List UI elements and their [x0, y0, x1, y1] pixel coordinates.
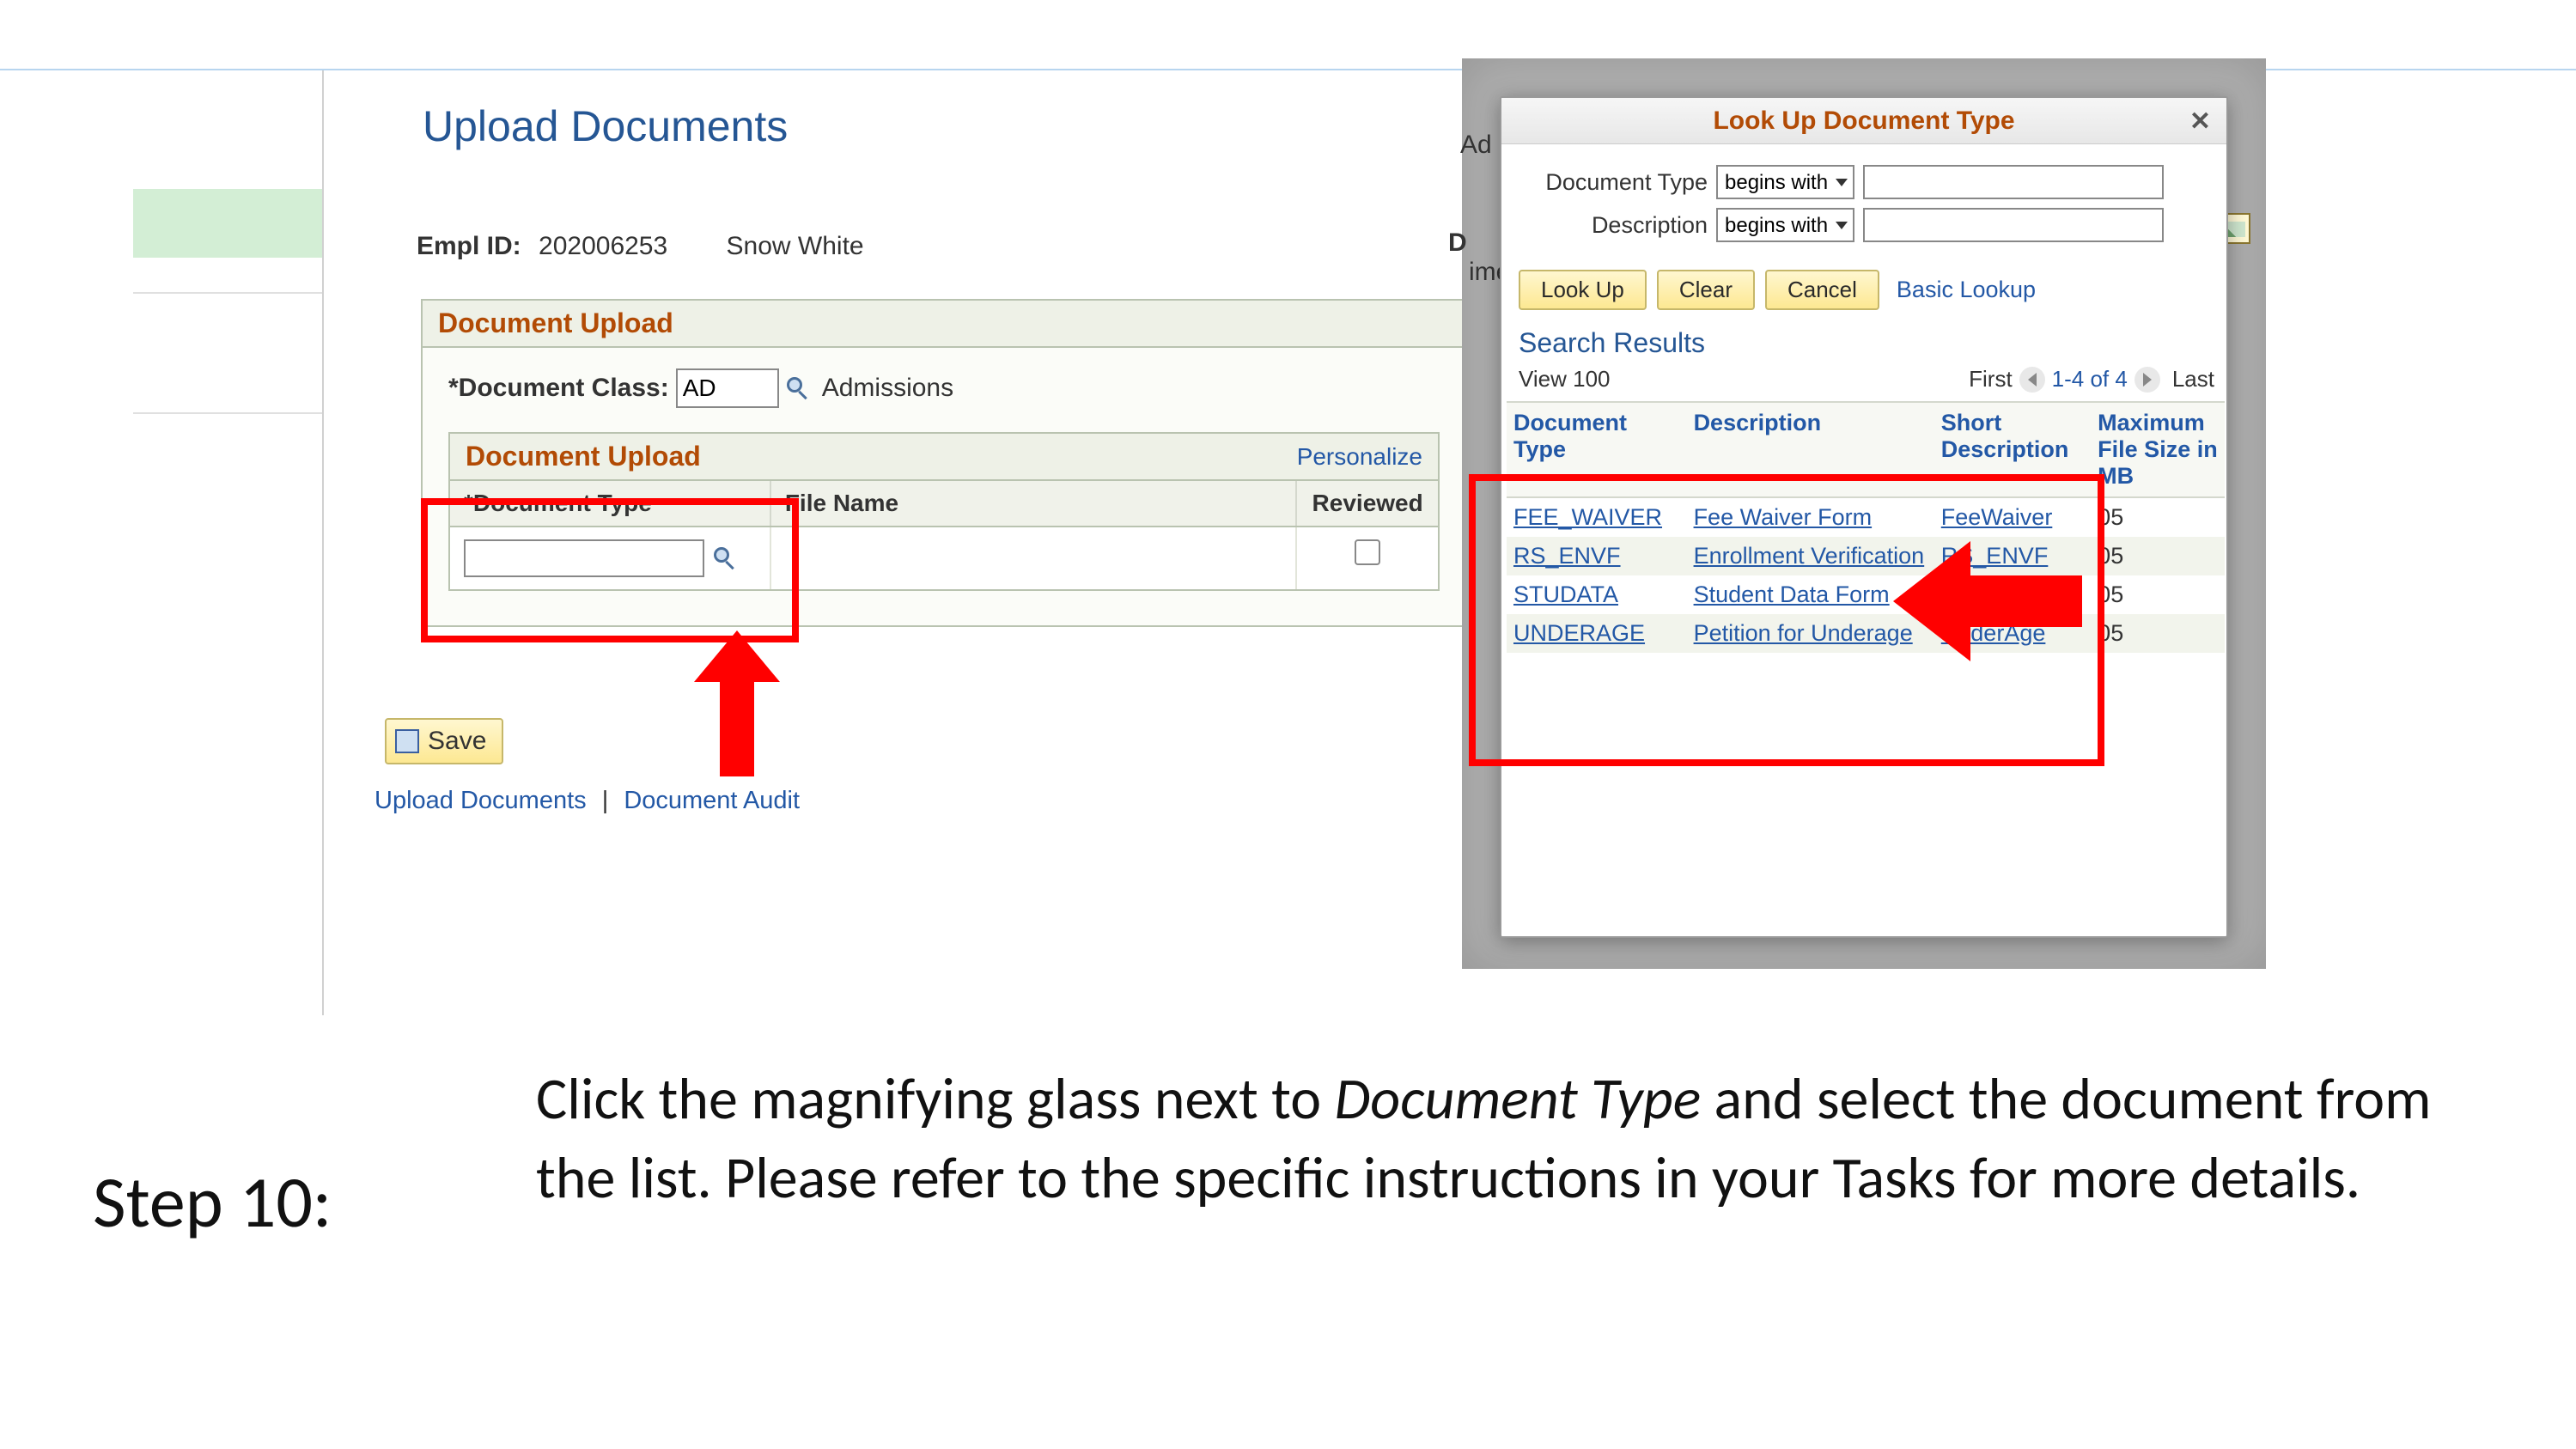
save-label: Save [428, 727, 486, 756]
bottom-links: Upload Documents | Document Audit [375, 787, 800, 815]
link-separator: | [602, 787, 609, 814]
doc-type-search-input[interactable] [1863, 165, 2164, 199]
cell-short[interactable]: RS_ENVF [1934, 537, 2091, 575]
view-100[interactable]: View 100 [1519, 366, 1611, 393]
table-row[interactable]: UNDERAGE Petition for Underage UnderAge … [1507, 614, 2225, 653]
cell-fs: 05 [2091, 497, 2225, 537]
grid-header-row: *Document Type File Name Reviewed [450, 481, 1438, 527]
chevron-left-icon[interactable] [2019, 367, 2045, 393]
th-description[interactable]: Description [1687, 402, 1934, 497]
personalize-link[interactable]: Personalize [1297, 443, 1422, 471]
grid-row [450, 527, 1438, 589]
doc-class-row: *Document Class: Admissions [448, 368, 1440, 408]
annotation-arrow-icon [685, 630, 789, 776]
reviewed-checkbox[interactable] [1355, 539, 1380, 565]
th-file-size[interactable]: Maximum File Size in MB [2091, 402, 2225, 497]
step-text-italic: Document Type [1334, 1063, 1701, 1135]
step-text: Click the magnifying glass next to [536, 1063, 1334, 1135]
results-table: Document Type Description Short Descript… [1507, 401, 2225, 653]
basic-lookup-link[interactable]: Basic Lookup [1897, 277, 2036, 303]
page-title: Upload Documents [423, 101, 788, 151]
step-description: Click the magnifying glass next to Docum… [536, 1060, 2460, 1218]
cell-desc[interactable]: Petition for Underage [1687, 614, 1934, 653]
cell-doc-type[interactable]: RS_ENVF [1507, 537, 1687, 575]
cell-doc-type[interactable]: STUDATA [1507, 575, 1687, 614]
document-upload-panel: Document Upload *Document Class: Admissi… [421, 299, 1467, 627]
chevron-right-icon[interactable] [2134, 367, 2160, 393]
results-range: 1-4 of 4 [2052, 366, 2128, 393]
desc-op-select[interactable]: begins with [1716, 208, 1854, 242]
close-icon[interactable]: ✕ [2189, 107, 2211, 137]
save-icon [395, 729, 419, 753]
sidebar-divider [322, 70, 324, 1015]
doc-type-input[interactable] [464, 539, 704, 577]
grid-title: Document Upload [466, 441, 701, 472]
panel-header: Document Upload [423, 301, 1465, 348]
cell-short[interactable]: UnderAge [1934, 614, 2091, 653]
doc-class-input[interactable] [676, 368, 779, 408]
doc-upload-grid-panel: Document Upload Personalize *Document Ty… [448, 432, 1440, 591]
table-row[interactable]: FEE_WAIVER Fee Waiver Form FeeWaiver 05 [1507, 497, 2225, 537]
empl-row: Empl ID: 202006253 Snow White [417, 232, 916, 261]
search-results-title: Search Results [1501, 320, 2226, 362]
cell-short[interactable]: FeeWaiver [1934, 497, 2091, 537]
th-doc-type[interactable]: Document Type [1507, 402, 1687, 497]
document-audit-link[interactable]: Document Audit [624, 787, 800, 814]
cell-fs: 05 [2091, 614, 2225, 653]
empl-name: Snow White [727, 232, 864, 260]
cell-short[interactable]: StuData [1934, 575, 2091, 614]
lookup-modal: Look Up Document Type ✕ Document Type be… [1500, 96, 2228, 938]
first-label: First [1969, 366, 2013, 393]
cell-fs: 05 [2091, 537, 2225, 575]
cell-desc[interactable]: Enrollment Verification [1687, 537, 1934, 575]
desc-label: Description [1519, 212, 1708, 239]
sidebar-highlight [133, 189, 322, 258]
modal-title: Look Up Document Type [1713, 107, 2014, 136]
lookup-button[interactable]: Look Up [1519, 270, 1647, 310]
col-doc-type: *Document Type [450, 481, 771, 526]
table-row[interactable]: STUDATA Student Data Form StuData 05 [1507, 575, 2225, 614]
search-form: Document Type begins with Description be… [1501, 144, 2226, 258]
empl-id-value: 202006253 [539, 232, 667, 260]
doc-class-desc: Admissions [822, 374, 953, 403]
cancel-button[interactable]: Cancel [1765, 270, 1879, 310]
doc-class-label: *Document Class: [448, 374, 669, 403]
last-label: Last [2172, 366, 2214, 393]
results-toolbar: View 100 First 1-4 of 4 Last [1501, 362, 2226, 401]
cell-fs: 05 [2091, 575, 2225, 614]
behind-text: Ad [1460, 131, 1492, 160]
magnify-icon[interactable] [713, 546, 737, 570]
magnify-icon[interactable] [786, 376, 810, 400]
modal-titlebar: Look Up Document Type ✕ [1501, 98, 2226, 144]
cell-doc-type[interactable]: UNDERAGE [1507, 614, 1687, 653]
save-button[interactable]: Save [385, 718, 503, 764]
cell-desc[interactable]: Fee Waiver Form [1687, 497, 1934, 537]
behind-text: D [1448, 228, 1467, 258]
col-reviewed: Reviewed [1297, 481, 1438, 526]
sidebar-sep [133, 412, 322, 414]
cell-desc[interactable]: Student Data Form [1687, 575, 1934, 614]
th-short-desc[interactable]: Short Description [1934, 402, 2091, 497]
table-row[interactable]: RS_ENVF Enrollment Verification RS_ENVF … [1507, 537, 2225, 575]
file-name-cell [771, 527, 1297, 589]
cell-doc-type[interactable]: FEE_WAIVER [1507, 497, 1687, 537]
modal-button-row: Look Up Clear Cancel Basic Lookup [1501, 258, 2226, 320]
col-file-name: File Name [771, 481, 1297, 526]
empl-id-label: Empl ID: [417, 232, 521, 260]
sidebar-sep [133, 292, 322, 294]
panel-body: *Document Class: Admissions Document Upl… [423, 348, 1465, 625]
doc-type-label: Document Type [1519, 169, 1708, 196]
step-label: Step 10: [93, 1158, 332, 1246]
clear-button[interactable]: Clear [1657, 270, 1755, 310]
desc-search-input[interactable] [1863, 208, 2164, 242]
upload-documents-link[interactable]: Upload Documents [375, 787, 587, 814]
doc-type-op-select[interactable]: begins with [1716, 165, 1854, 199]
